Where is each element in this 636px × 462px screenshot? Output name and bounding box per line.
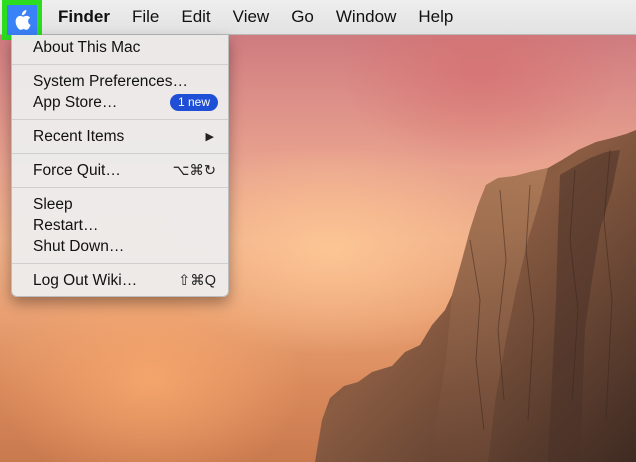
menu-item-label: System Preferences… [33, 72, 189, 90]
menu-item-log-out[interactable]: Log Out Wiki… ⇧⌘Q [12, 270, 228, 291]
menu-item-label: About This Mac [33, 38, 141, 56]
menu-separator [12, 64, 228, 65]
menu-item-about-this-mac[interactable]: About This Mac [12, 37, 228, 58]
log-out-shortcut: ⇧⌘Q [178, 272, 216, 289]
menu-bar: Finder File Edit View Go Window Help [0, 0, 636, 40]
chevron-right-icon: ▶ [205, 131, 214, 143]
menu-edit[interactable]: Edit [170, 0, 221, 34]
menu-item-sleep[interactable]: Sleep [12, 194, 228, 215]
menu-window[interactable]: Window [325, 0, 407, 34]
app-store-update-badge: 1 new [169, 94, 218, 111]
force-quit-shortcut: ⌥⌘↻ [172, 162, 216, 179]
menu-separator [12, 187, 228, 188]
menu-separator [12, 153, 228, 154]
apple-icon [15, 9, 31, 30]
menu-item-shut-down[interactable]: Shut Down… [12, 236, 228, 257]
menu-separator [12, 263, 228, 264]
menu-separator [12, 119, 228, 120]
menu-go[interactable]: Go [280, 0, 325, 34]
menu-help[interactable]: Help [407, 0, 464, 34]
menu-item-system-preferences[interactable]: System Preferences… [12, 71, 228, 92]
apple-menu-button[interactable] [2, 0, 42, 40]
menu-finder[interactable]: Finder [42, 0, 121, 34]
menu-item-label: Shut Down… [33, 237, 125, 255]
menu-item-label: Recent Items [33, 127, 125, 145]
menu-view[interactable]: View [222, 0, 281, 34]
menu-item-recent-items[interactable]: Recent Items ▶ [12, 126, 228, 147]
menu-item-force-quit[interactable]: Force Quit… ⌥⌘↻ [12, 160, 228, 181]
menu-item-label: Log Out Wiki… [33, 271, 138, 289]
menu-file[interactable]: File [121, 0, 170, 34]
desktop: Finder File Edit View Go Window Help Abo… [0, 0, 636, 462]
menu-item-app-store[interactable]: App Store… 1 new [12, 92, 228, 113]
menu-item-restart[interactable]: Restart… [12, 215, 228, 236]
apple-dropdown-menu: About This Mac System Preferences… App S… [11, 35, 229, 297]
menu-item-label: Restart… [33, 216, 99, 234]
menu-item-label: Force Quit… [33, 161, 121, 179]
menu-item-label: App Store… [33, 93, 118, 111]
menu-item-label: Sleep [33, 195, 73, 213]
